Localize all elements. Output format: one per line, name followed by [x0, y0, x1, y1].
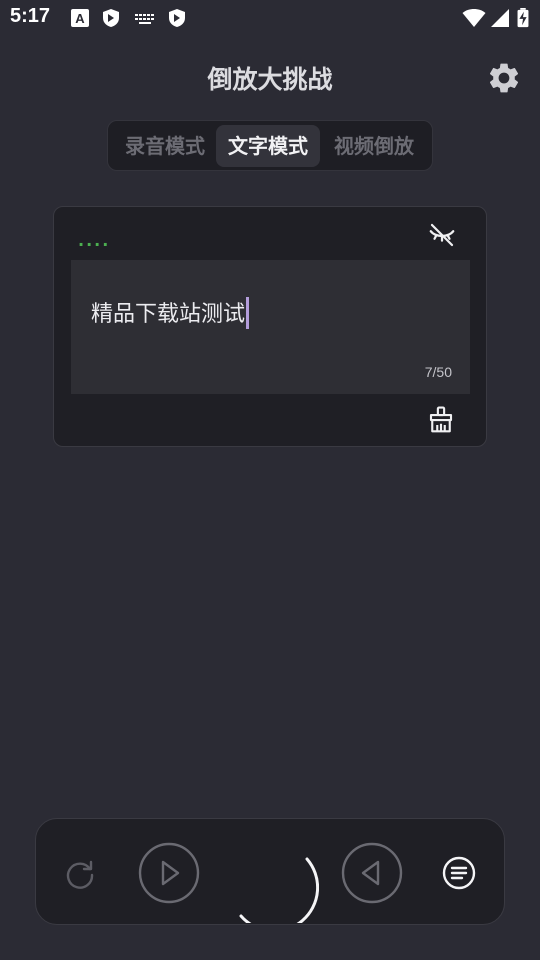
tab-record-mode[interactable]: 录音模式: [114, 125, 216, 167]
mode-tabs: 录音模式 文字模式 视频倒放: [107, 120, 433, 171]
toggle-visibility-button[interactable]: [427, 220, 457, 250]
redo-button[interactable]: [62, 855, 98, 891]
shield-icon: [167, 8, 187, 28]
record-icon: [239, 857, 319, 923]
redo-icon: [66, 860, 94, 889]
broom-icon: [429, 406, 453, 433]
clear-text-button[interactable]: [426, 405, 456, 435]
input-text: 精品下载站测试: [91, 302, 246, 327]
wifi-icon: [462, 8, 486, 28]
page-title: 倒放大挑战: [207, 65, 333, 94]
text-input-field[interactable]: 精品下载站测试 7/50: [71, 260, 470, 394]
playback-controls: [35, 818, 505, 925]
text-caret: [246, 297, 250, 329]
status-dots: ····: [78, 235, 111, 254]
reverse-play-icon: [341, 842, 403, 904]
record-button[interactable]: [229, 833, 319, 923]
char-count: 7/50: [424, 364, 452, 380]
list-menu-button[interactable]: [441, 855, 477, 891]
list-menu-icon: [442, 856, 476, 890]
play-button[interactable]: [138, 842, 200, 904]
a-badge-icon: A: [70, 8, 90, 28]
keyboard-icon: [134, 8, 156, 28]
eye-off-icon: [429, 223, 455, 247]
app-screen: 5:17 A 倒放大挑战 录音模式 文字模式 视频倒放 ···· 精品下载站测试…: [0, 0, 540, 960]
tab-video-reverse[interactable]: 视频倒放: [322, 125, 426, 167]
play-icon: [138, 842, 200, 904]
signal-icon: [490, 8, 510, 28]
battery-charging-icon: [516, 8, 530, 28]
status-time: 5:17: [10, 5, 51, 27]
gear-icon: [489, 63, 519, 93]
shield-icon: [101, 8, 121, 28]
reverse-play-button[interactable]: [341, 842, 403, 904]
settings-button[interactable]: [486, 60, 522, 96]
svg-text:A: A: [75, 11, 85, 26]
status-bar: 5:17 A: [0, 0, 540, 36]
text-input-card: ···· 精品下载站测试 7/50: [53, 206, 487, 447]
text-input-value: 精品下载站测试: [91, 296, 250, 329]
tab-text-mode[interactable]: 文字模式: [216, 125, 320, 167]
